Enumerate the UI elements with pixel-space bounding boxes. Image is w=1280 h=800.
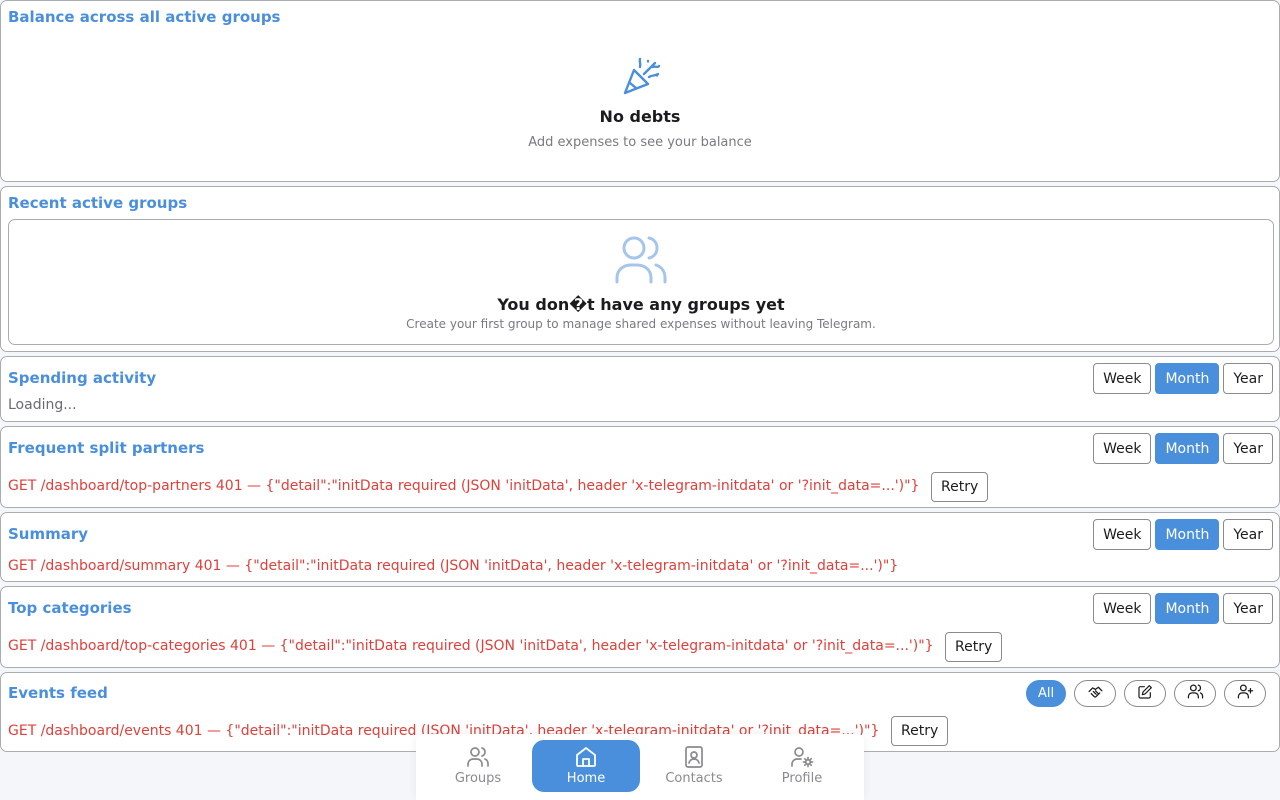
balance-title: Balance across all active groups [8, 8, 281, 26]
edit-icon [1137, 684, 1153, 704]
recent-groups-card: Recent active groups You don�t have any … [0, 186, 1280, 352]
contact-book-icon [685, 746, 703, 768]
recent-groups-title: Recent active groups [8, 194, 188, 212]
events-filter-members[interactable] [1224, 680, 1266, 707]
categories-year-button[interactable]: Year [1223, 593, 1273, 624]
events-filter-all-label: All [1037, 686, 1055, 701]
users-icon [467, 747, 489, 767]
nav-item-groups[interactable]: Groups [424, 740, 532, 792]
balance-empty-subtitle: Add expenses to see your balance [528, 135, 752, 150]
balance-empty-title: No debts [599, 107, 681, 126]
spending-activity-card: Spending activity Week Month Year Loadin… [0, 356, 1280, 422]
home-icon [576, 747, 596, 767]
summary-error-message: GET /dashboard/summary 401 — {"detail":"… [8, 558, 899, 574]
spending-activity-title: Spending activity [8, 369, 157, 387]
events-filter-all[interactable]: All [1026, 680, 1066, 707]
spending-loading-text: Loading... [8, 397, 77, 413]
top-categories-card: Top categories Week Month Year GET /dash… [0, 586, 1280, 668]
split-partners-card: Frequent split partners Week Month Year … [0, 426, 1280, 508]
summary-period-toggle: Week Month Year [1093, 519, 1273, 550]
summary-card: Summary Week Month Year GET /dashboard/s… [0, 512, 1280, 582]
nav-groups-label: Groups [454, 771, 502, 786]
handshake-icon [1087, 683, 1104, 704]
summary-title: Summary [8, 525, 89, 543]
spending-month-button[interactable]: Month [1155, 363, 1220, 394]
bottom-nav: Groups Home Contacts Profile [416, 734, 864, 800]
spending-week-button[interactable]: Week [1093, 363, 1152, 394]
balance-card: Balance across all active groups No debt… [0, 0, 1280, 182]
categories-period-toggle: Week Month Year [1093, 593, 1273, 624]
categories-error-message: GET /dashboard/top-categories 401 — {"de… [8, 638, 934, 654]
events-retry-button[interactable]: Retry [891, 716, 949, 746]
partners-month-button[interactable]: Month [1155, 433, 1220, 464]
spending-year-button[interactable]: Year [1223, 363, 1273, 394]
summary-week-button[interactable]: Week [1093, 519, 1152, 550]
nav-profile-label: Profile [781, 771, 823, 786]
summary-year-button[interactable]: Year [1223, 519, 1273, 550]
party-popper-icon [621, 57, 661, 97]
nav-item-profile[interactable]: Profile [748, 740, 856, 792]
partners-year-button[interactable]: Year [1223, 433, 1273, 464]
events-feed-title: Events feed [8, 684, 108, 702]
groups-empty-title: You don�t have any groups yet [497, 295, 785, 314]
partners-error-message: GET /dashboard/top-partners 401 — {"deta… [8, 478, 920, 494]
user-plus-icon [1237, 683, 1254, 704]
nav-home-label: Home [566, 771, 606, 786]
nav-contacts-label: Contacts [665, 771, 723, 786]
categories-month-button[interactable]: Month [1155, 593, 1220, 624]
users-icon [613, 234, 669, 286]
top-categories-title: Top categories [8, 599, 132, 617]
partners-week-button[interactable]: Week [1093, 433, 1152, 464]
user-settings-icon [791, 747, 814, 768]
events-filter-groups[interactable] [1174, 680, 1216, 707]
groups-empty-state: You don�t have any groups yet Create you… [8, 219, 1274, 345]
nav-item-contacts[interactable]: Contacts [640, 740, 748, 792]
users-icon [1187, 683, 1204, 704]
partners-period-toggle: Week Month Year [1093, 433, 1273, 464]
nav-item-home[interactable]: Home [532, 740, 640, 792]
groups-empty-subtitle: Create your first group to manage shared… [406, 317, 876, 331]
split-partners-title: Frequent split partners [8, 439, 205, 457]
events-filter-edits[interactable] [1124, 680, 1166, 707]
categories-retry-button[interactable]: Retry [945, 632, 1003, 662]
spending-period-toggle: Week Month Year [1093, 363, 1273, 394]
summary-month-button[interactable]: Month [1155, 519, 1220, 550]
categories-week-button[interactable]: Week [1093, 593, 1152, 624]
partners-retry-button[interactable]: Retry [931, 472, 989, 502]
events-filter-settlements[interactable] [1074, 680, 1116, 707]
